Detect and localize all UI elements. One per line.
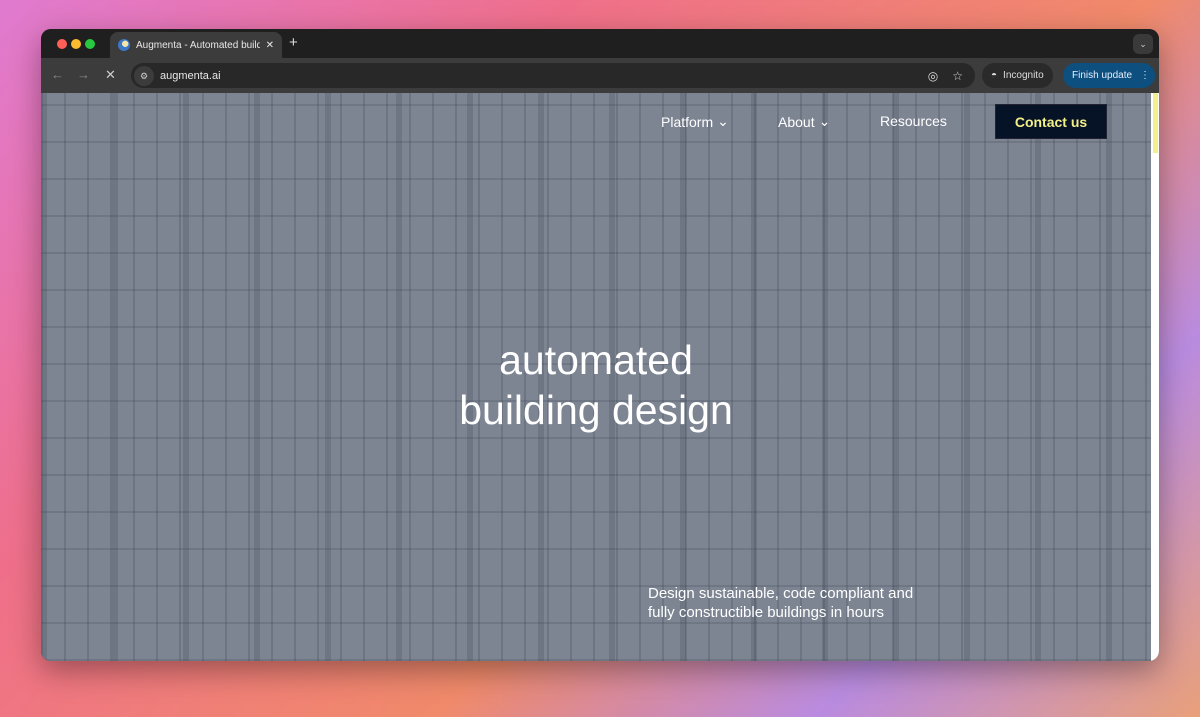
nav-label: Platform bbox=[661, 113, 714, 130]
back-icon[interactable]: ← bbox=[51, 67, 64, 82]
toolbar: ← → ✕ ⚙ augmenta.ai ◎ ☆ ◓ Incognito Finish… bbox=[41, 58, 1159, 93]
finish-update-button[interactable]: Finish update ⋮ bbox=[1063, 63, 1155, 88]
browser-tab[interactable]: Augmenta - Automated buildi ✕ bbox=[110, 32, 282, 58]
hero-subtitle: Design sustainable, code compliant and fu… bbox=[648, 584, 913, 622]
chevron-down-icon: ⌄ bbox=[717, 113, 729, 129]
hero-line-2: building design bbox=[459, 387, 733, 433]
more-menu-icon[interactable]: ⋮ bbox=[1140, 70, 1150, 81]
nav-resources[interactable]: Resources bbox=[880, 113, 947, 129]
favicon-icon bbox=[118, 39, 130, 51]
new-tab-icon[interactable]: + bbox=[289, 34, 298, 51]
update-label: Finish update bbox=[1072, 70, 1133, 81]
tab-bar: Augmenta - Automated buildi ✕ + ⌄ bbox=[41, 29, 1159, 58]
chevron-down-icon: ⌄ bbox=[818, 113, 831, 129]
subtitle-line-2: fully constructible buildings in hours bbox=[648, 604, 884, 621]
hero-section: Platform ⌄ About ⌄ Resources Contact us au… bbox=[41, 93, 1151, 661]
close-window-button[interactable] bbox=[57, 39, 67, 49]
subtitle-line-1: Design sustainable, code compliant and bbox=[648, 585, 914, 602]
browser-window: Augmenta - Automated buildi ✕ + ⌄ ← → ✕ … bbox=[41, 29, 1159, 661]
nav-platform[interactable]: Platform ⌄ bbox=[661, 113, 729, 130]
hero-line-1: automated bbox=[499, 337, 693, 383]
maximize-window-button[interactable] bbox=[85, 39, 95, 49]
scrollbar[interactable] bbox=[1151, 93, 1159, 661]
nav-label: About bbox=[778, 113, 815, 130]
incognito-icon: ◓ bbox=[991, 70, 998, 81]
close-tab-icon[interactable]: ✕ bbox=[266, 40, 274, 51]
stop-loading-icon[interactable]: ✕ bbox=[105, 67, 116, 83]
url-text[interactable]: augmenta.ai bbox=[160, 70, 221, 82]
incognito-badge[interactable]: ◓ Incognito bbox=[982, 63, 1053, 88]
incognito-label: Incognito bbox=[1003, 70, 1044, 81]
nav-label: Resources bbox=[880, 113, 947, 129]
site-settings-icon[interactable]: ⚙ bbox=[134, 65, 154, 86]
forward-icon[interactable]: → bbox=[77, 67, 90, 82]
eye-off-icon[interactable]: ◎ bbox=[928, 69, 938, 83]
tab-title: Augmenta - Automated buildi bbox=[136, 39, 260, 51]
minimize-window-button[interactable] bbox=[71, 39, 81, 49]
tab-search-chevron-icon[interactable]: ⌄ bbox=[1133, 34, 1153, 54]
nav-about[interactable]: About ⌄ bbox=[778, 113, 830, 130]
hero-title: automated building design bbox=[41, 335, 1151, 435]
bookmark-star-icon[interactable]: ☆ bbox=[952, 69, 963, 83]
address-bar[interactable]: ⚙ augmenta.ai ◎ ☆ bbox=[131, 63, 975, 88]
scrollbar-thumb[interactable] bbox=[1153, 93, 1158, 153]
contact-us-button[interactable]: Contact us bbox=[995, 104, 1107, 139]
